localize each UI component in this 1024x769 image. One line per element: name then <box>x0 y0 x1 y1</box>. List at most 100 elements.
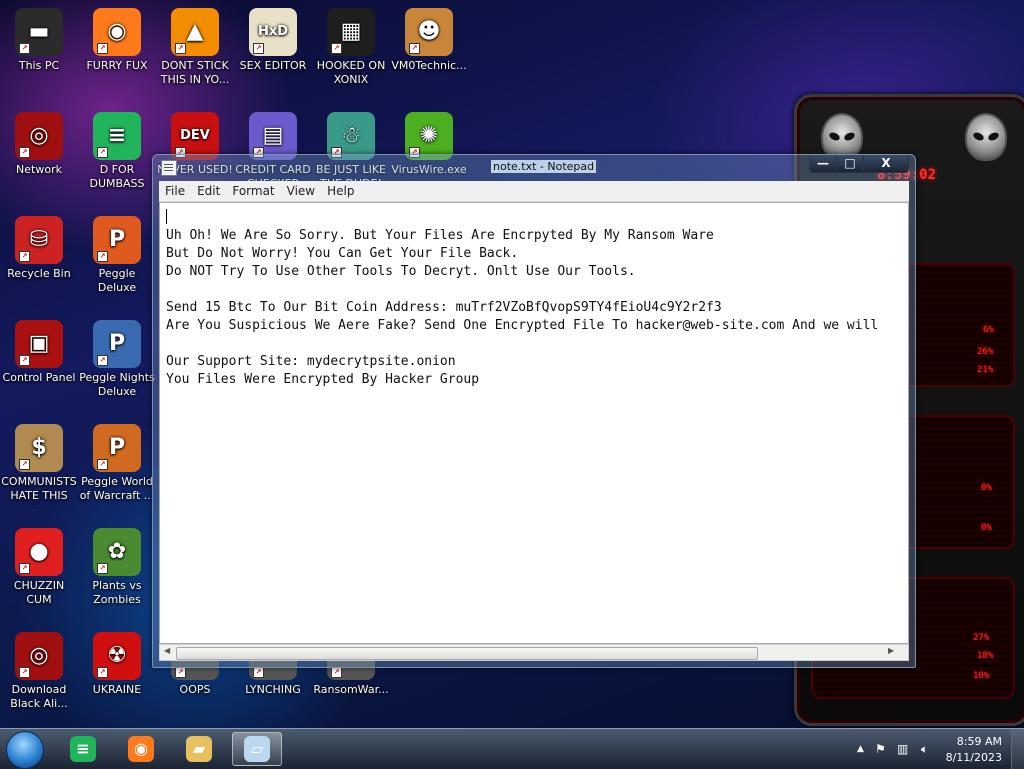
desktop-icon-label: Recycle Bin <box>7 267 71 280</box>
gadget-stat: 26% <box>977 347 994 357</box>
shortcut-arrow-icon: ↗ <box>253 667 264 678</box>
desktop-icon-hxd-hex-editor[interactable]: HxD ↗ SEX EDITOR <box>234 8 312 73</box>
shortcut-arrow-icon: ↗ <box>97 147 108 158</box>
menu-help[interactable]: Help <box>321 181 360 201</box>
taskbar-green-chat-button[interactable]: ≡ <box>58 732 108 766</box>
text-line: You Files Were Encrypted By Hacker Group <box>166 372 480 387</box>
flag-icon[interactable]: ⚑ <box>875 742 886 756</box>
file-explorer-icon: ▰ <box>186 736 212 762</box>
taskbar-firefox-button[interactable]: ◉ <box>116 732 166 766</box>
desktop-icon-label: UKRAINE <box>92 683 142 696</box>
dev-cpp-icon: DEV ↗ <box>171 112 219 160</box>
text-line: Uh Oh! We Are So Sorry. But Your Files A… <box>166 228 714 243</box>
desktop-icon-computer[interactable]: ▬ ↗ This PC <box>0 8 78 73</box>
money-bag-icon: $ ↗ <box>15 424 63 472</box>
desktop-icon-chuzzle[interactable]: ● ↗ CHUZZIN CUM <box>0 528 78 607</box>
desktop-icon-radiation[interactable]: ☢ ↗ UKRAINE <box>78 632 156 697</box>
shortcut-arrow-icon: ↗ <box>19 459 30 470</box>
shortcut-arrow-icon: ↗ <box>97 43 108 54</box>
menu-file[interactable]: File <box>159 181 191 201</box>
taskbar-notepad-button[interactable]: ▱ <box>232 732 282 766</box>
santa-game-icon: ☃ ↗ <box>327 112 375 160</box>
doctor-person-icon: ☻ ↗ <box>405 8 453 56</box>
clock-time: 8:59 AM <box>956 735 1002 748</box>
radiation-icon: ☢ ↗ <box>93 632 141 680</box>
close-button[interactable]: X <box>863 155 909 173</box>
desktop-icon-peggle[interactable]: P ↗ Peggle Deluxe <box>78 216 156 295</box>
peggle-wow-icon: P ↗ <box>93 424 141 472</box>
maximize-button[interactable]: □ <box>836 155 864 173</box>
desktop-icon-label: Plants vs Zombies <box>92 579 142 606</box>
desktop-icon-label: FURRY FUX <box>86 59 148 72</box>
desktop-icon-control-panel[interactable]: ▣ ↗ Control Panel <box>0 320 78 385</box>
taskbar: ≡ ◉ ▰ ▱ ▲ ⚑ ▥ 🔈︎ 8:59 AM 8/11/2023 <box>0 728 1024 769</box>
network-icon[interactable]: ▥ <box>897 742 908 756</box>
chuzzle-icon: ● ↗ <box>15 528 63 576</box>
desktop-icon-xonix-game[interactable]: ▦ ↗ HOOKED ON XONIX <box>312 8 390 87</box>
desktop-icon-peggle-nights[interactable]: P ↗ Peggle Nights Deluxe <box>78 320 156 399</box>
firefox-icon: ◉ ↗ <box>93 8 141 56</box>
hxd-hex-editor-icon: HxD ↗ <box>249 8 297 56</box>
desktop-icon-vlc-cone[interactable]: ▲ ↗ DONT STICK THIS IN YO... <box>156 8 234 87</box>
volume-icon[interactable]: 🔈︎ <box>921 742 928 757</box>
gadget-stat: 0% <box>981 483 992 493</box>
menu-view[interactable]: View <box>281 181 321 201</box>
shortcut-arrow-icon: ↗ <box>175 43 186 54</box>
desktop-icon-alien-network[interactable]: ◎ ↗ Network <box>0 112 78 177</box>
computer-icon: ▬ ↗ <box>15 8 63 56</box>
desktop-icon-green-chat[interactable]: ≡ ↗ D FOR DUMBASS <box>78 112 156 191</box>
desktop-icon-plants-zombies[interactable]: ✿ ↗ Plants vs Zombies <box>78 528 156 607</box>
desktop-icon-alien-download[interactable]: ◎ ↗ Download Black Ali... <box>0 632 78 711</box>
desktop-icon-doctor-person[interactable]: ☻ ↗ VM0Technic... <box>390 8 468 73</box>
system-tray: ▲ ⚑ ▥ 🔈︎ 8:59 AM 8/11/2023 <box>849 729 1024 769</box>
desktop-icon-label: This PC <box>18 59 60 72</box>
text-line: Are You Suspicious We Aere Fake? Send On… <box>166 318 879 333</box>
green-chat-icon: ≡ ↗ <box>93 112 141 160</box>
notepad-window[interactable]: note.txt - Notepad — □ X File Edit Format V… <box>152 154 916 668</box>
menu-format[interactable]: Format <box>226 181 280 201</box>
scrollbar-thumb[interactable] <box>176 647 758 660</box>
scroll-left-icon[interactable]: ◀ <box>164 646 170 655</box>
gadget-stat: 6% <box>983 325 994 335</box>
shortcut-arrow-icon: ↗ <box>97 251 108 262</box>
desktop-icon-label: VM0Technic... <box>391 59 467 72</box>
gadget-stat: 21% <box>977 365 994 375</box>
notepad-icon <box>161 160 177 176</box>
xonix-game-icon: ▦ ↗ <box>327 8 375 56</box>
desktop-icon-label: OOPS <box>179 683 211 696</box>
taskbar-file-explorer-button[interactable]: ▰ <box>174 732 224 766</box>
desktop-icon-recycle-bin[interactable]: ⛁ ↗ Recycle Bin <box>0 216 78 281</box>
show-desktop-button[interactable] <box>1011 729 1024 769</box>
horizontal-scrollbar[interactable]: ◀ ▶ <box>159 644 909 661</box>
desktop-icon-money-bag[interactable]: $↗COMMUNISTS HATE THIS G... <box>0 424 78 505</box>
shortcut-arrow-icon: ↗ <box>331 667 342 678</box>
shortcut-arrow-icon: ↗ <box>19 147 30 158</box>
scroll-right-icon[interactable]: ▶ <box>888 646 894 655</box>
clock-date: 8/11/2023 <box>945 751 1002 764</box>
clock[interactable]: 8:59 AM 8/11/2023 <box>946 734 1002 766</box>
shortcut-arrow-icon: ↗ <box>19 251 30 262</box>
text-line: But Do Not Worry! You Can Get Your File … <box>166 246 519 261</box>
desktop-icon-peggle-wow[interactable]: P ↗ Peggle World of Warcraft ... <box>78 424 156 503</box>
menu-edit[interactable]: Edit <box>191 181 226 201</box>
peggle-icon: P ↗ <box>93 216 141 264</box>
start-button[interactable] <box>6 731 44 769</box>
note-text[interactable]: Uh Oh! We Are So Sorry. But Your Files A… <box>166 209 900 425</box>
lime-wire-icon: ✺ ↗ <box>405 112 453 160</box>
minimize-button[interactable]: — <box>809 155 837 173</box>
show-hidden-icons-icon[interactable]: ▲ <box>857 744 864 754</box>
notepad-titlebar[interactable]: note.txt - Notepad — □ X <box>153 155 915 181</box>
gadget-stat: 27% <box>973 633 990 643</box>
shortcut-arrow-icon: ↗ <box>97 459 108 470</box>
desktop-icon-label: Download Black Ali... <box>10 683 68 710</box>
desktop-icon-label: RansomWar... <box>313 683 389 696</box>
gadget-stat: 0% <box>981 523 992 533</box>
desktop-icon-label: Peggle World of Warcraft ... <box>79 475 155 502</box>
peggle-nights-icon: P ↗ <box>93 320 141 368</box>
window-title: note.txt - Notepad <box>491 160 597 173</box>
desktop-icon-firefox[interactable]: ◉ ↗ FURRY FUX <box>78 8 156 73</box>
text-editor-area[interactable]: Uh Oh! We Are So Sorry. But Your Files A… <box>159 202 909 644</box>
shortcut-arrow-icon: ↗ <box>409 43 420 54</box>
shortcut-arrow-icon: ↗ <box>19 43 30 54</box>
gadget-stat: 18% <box>977 651 994 661</box>
